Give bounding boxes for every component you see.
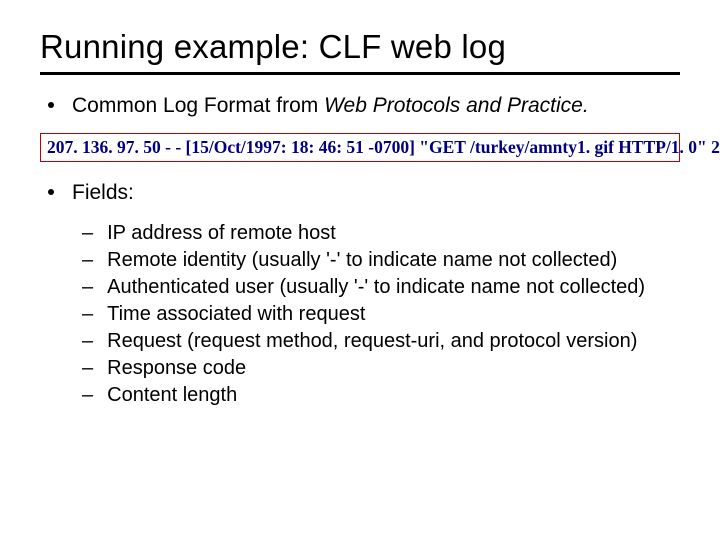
list-item: – Response code (76, 356, 680, 381)
list-item: – IP address of remote host (76, 221, 680, 246)
list-item: – Authenticated user (usually '-' to ind… (76, 275, 680, 300)
fields-bullet: Fields: (40, 180, 680, 206)
field-text: Request (request method, request-uri, an… (107, 329, 637, 354)
dash-icon: – (82, 248, 93, 273)
fields-label: Fields: (72, 180, 134, 206)
slide: Running example: CLF web log Common Log … (0, 0, 720, 408)
intro-text: Common Log Format from Web Protocols and… (72, 93, 589, 119)
list-item: – Content length (76, 383, 680, 408)
intro-italic: Web Protocols and Practice. (324, 94, 589, 117)
field-text: Authenticated user (usually '-' to indic… (107, 275, 645, 300)
bullet-icon (48, 102, 54, 108)
dash-icon: – (82, 275, 93, 300)
field-text: Time associated with request (107, 302, 365, 327)
field-text: IP address of remote host (107, 221, 336, 246)
bullet-icon (48, 189, 54, 195)
intro-prefix: Common Log Format from (72, 94, 324, 117)
list-item: – Request (request method, request-uri, … (76, 329, 680, 354)
page-title: Running example: CLF web log (40, 28, 680, 66)
field-text: Response code (107, 356, 246, 381)
field-text: Remote identity (usually '-' to indicate… (107, 248, 617, 273)
list-item: – Remote identity (usually '-' to indica… (76, 248, 680, 273)
dash-icon: – (82, 221, 93, 246)
title-rule (40, 72, 680, 75)
list-item: – Time associated with request (76, 302, 680, 327)
dash-icon: – (82, 383, 93, 408)
log-line-box: 207. 136. 97. 50 - - [15/Oct/1997: 18: 4… (40, 133, 680, 162)
intro-bullet: Common Log Format from Web Protocols and… (40, 93, 680, 119)
fields-list: – IP address of remote host – Remote ide… (76, 221, 680, 408)
dash-icon: – (82, 356, 93, 381)
dash-icon: – (82, 302, 93, 327)
dash-icon: – (82, 329, 93, 354)
field-text: Content length (107, 383, 237, 408)
